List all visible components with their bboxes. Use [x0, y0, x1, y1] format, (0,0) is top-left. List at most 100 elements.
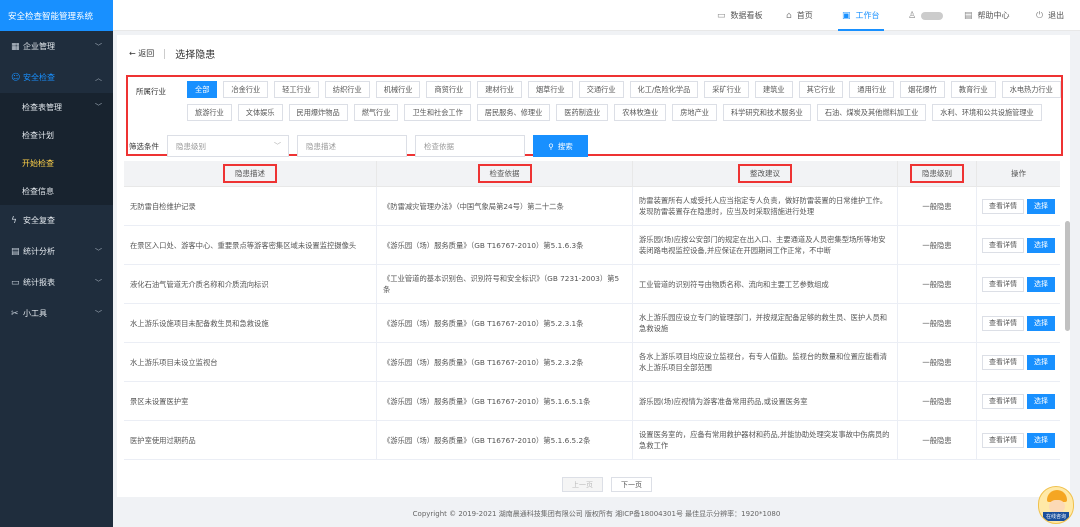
industry-tag[interactable]: 建材行业: [477, 81, 522, 98]
building-icon: ▦: [11, 41, 20, 52]
desc-input[interactable]: 隐患描述: [297, 135, 407, 157]
view-detail-button[interactable]: 查看详情: [982, 354, 1024, 370]
cell-level: 一般隐患: [898, 421, 977, 459]
menu-stat-analysis[interactable]: ▤ 统计分析 ﹀: [0, 236, 113, 267]
choose-button[interactable]: 选择: [1027, 315, 1055, 331]
cell-level: 一般隐患: [898, 187, 977, 225]
industry-tag[interactable]: 水利、环境和公共设施管理业: [932, 104, 1042, 121]
col-header-label: 操作: [1011, 169, 1026, 178]
industry-tag-row: 全部 冶金行业 轻工行业 纺织行业 机械行业 商贸行业 建材行业 烟草行业 交通行业 化工/危险化…: [187, 81, 1061, 98]
basis-input[interactable]: 检查依据: [415, 135, 525, 157]
table-row: 医护室使用过期药品 《游乐园（场）服务质量》（GB T16767-2010）第5.…: [124, 421, 1060, 460]
header-help[interactable]: ▤ 帮助中心: [964, 0, 1010, 31]
view-detail-button[interactable]: 查看详情: [982, 393, 1024, 409]
menu-safety-review[interactable]: ϟ 安全复查: [0, 205, 113, 236]
menu-tools[interactable]: ✂ 小工具 ﹀: [0, 298, 113, 329]
cell-actions: 查看详情 选择: [977, 421, 1060, 459]
industry-tag[interactable]: 纺织行业: [324, 81, 370, 98]
industry-tag[interactable]: 建筑业: [755, 81, 793, 98]
industry-tag[interactable]: 医药制造业: [556, 104, 609, 121]
industry-tag[interactable]: 轻工行业: [274, 81, 319, 98]
industry-tag[interactable]: 其它行业: [798, 81, 844, 98]
col-header-advice: 整改建议: [633, 161, 898, 186]
industry-tag[interactable]: 商贸行业: [426, 81, 472, 98]
search-button-label: 搜索: [557, 141, 573, 151]
industry-tag[interactable]: 通用行业: [849, 81, 895, 98]
chevron-down-icon: ﹀: [95, 103, 102, 111]
industry-tag[interactable]: 教育行业: [950, 81, 996, 98]
cell-desc: 在景区入口处、游客中心、重要景点等游客密集区域未设置监控摄像头: [124, 226, 377, 264]
choose-button[interactable]: 选择: [1027, 198, 1055, 214]
submenu-check-info[interactable]: 检查信息: [0, 177, 113, 205]
industry-tag[interactable]: 冶金行业: [223, 81, 269, 98]
industry-tag[interactable]: 科学研究和技术服务业: [722, 104, 811, 121]
industry-tag[interactable]: 化工/危险化学品: [629, 81, 699, 98]
industry-tag[interactable]: 交通行业: [578, 81, 624, 98]
menu-label: 小工具: [23, 309, 47, 318]
menu-stat-report[interactable]: ▭ 统计报表 ﹀: [0, 267, 113, 298]
view-detail-button[interactable]: 查看详情: [982, 276, 1024, 292]
menu-label: 统计报表: [23, 278, 55, 287]
submenu-label: 检查信息: [22, 186, 54, 196]
header-logout[interactable]: ⏻ 退出: [1036, 0, 1064, 31]
header-workbench[interactable]: ▣ 工作台: [838, 0, 883, 31]
cell-basis: 《工业管道的基本识别色、识别符号和安全标识》（GB 7231-2003）第5条: [377, 265, 633, 303]
submenu-checklist-mgmt[interactable]: 检查表管理 ﹀: [0, 93, 113, 121]
industry-tag-row: 旅游行业 文体娱乐 民用爆炸物品 燃气行业 卫生和社会工作 居民服务、修理业 医药制造业 农林…: [187, 104, 1055, 121]
industry-tag[interactable]: 烟花爆竹: [900, 81, 945, 98]
industry-tag[interactable]: 卫生和社会工作: [404, 104, 471, 121]
cell-basis: 《防雷减灾管理办法》（中国气象局第24号）第二十二条: [377, 187, 633, 225]
industry-tags: 全部 冶金行业 轻工行业 纺织行业 机械行业 商贸行业 建材行业 烟草行业 交通行业 化工/危险化…: [187, 81, 1061, 127]
consult-badge: 在线咨询: [1042, 512, 1069, 521]
view-detail-button[interactable]: 查看详情: [982, 237, 1024, 253]
cell-advice: 游乐园(场)应视情为游客准备常用药品,或设置医务室: [633, 382, 898, 420]
chevron-down-icon: ﹀: [95, 42, 102, 51]
choose-button[interactable]: 选择: [1027, 354, 1055, 370]
filter-label: 筛选条件: [129, 141, 159, 151]
cell-basis: 《游乐园（场）服务质量》（GB T16767-2010）第5.1.6.3条: [377, 226, 633, 264]
industry-tag[interactable]: 文体娱乐: [237, 104, 283, 121]
choose-button[interactable]: 选择: [1027, 237, 1055, 253]
table-scrollbar[interactable]: [1065, 221, 1070, 331]
industry-tag[interactable]: 采矿行业: [704, 81, 750, 98]
view-detail-button[interactable]: 查看详情: [982, 315, 1024, 331]
back-link[interactable]: ← 返回: [129, 48, 154, 59]
industry-tag[interactable]: 燃气行业: [353, 104, 399, 121]
industry-tag[interactable]: 民用爆炸物品: [288, 104, 348, 121]
choose-button[interactable]: 选择: [1027, 393, 1055, 409]
industry-tag[interactable]: 全部: [187, 81, 218, 98]
industry-tag[interactable]: 旅游行业: [187, 104, 232, 121]
choose-button[interactable]: 选择: [1027, 276, 1055, 292]
table-row: 液化石油气管道无介质名称和介质流向标识 《工业管道的基本识别色、识别符号和安全标识…: [124, 265, 1060, 304]
search-button[interactable]: ⚲ 搜索: [533, 135, 588, 157]
hazard-table: 隐患描述 检查依据 整改建议 隐患级别 操作 无防雷自检维护记录 《防雷减灾管理办…: [124, 161, 1060, 460]
col-header-label: 检查依据: [477, 164, 532, 183]
header-data-board[interactable]: ▭ 数据看板: [717, 0, 763, 31]
tools-icon: ✂: [11, 308, 19, 319]
divider: [164, 48, 166, 59]
menu-safety-check[interactable]: ☺ 安全检查 ︿: [0, 62, 113, 93]
online-consult-widget[interactable]: 在线咨询: [1038, 486, 1074, 524]
header-home[interactable]: ⌂ 首页: [786, 0, 813, 31]
level-select[interactable]: 隐患级别 ﹀: [167, 135, 289, 157]
submenu-check-plan[interactable]: 检查计划: [0, 121, 113, 149]
industry-tag[interactable]: 居民服务、修理业: [476, 104, 551, 121]
next-page-button[interactable]: 下一页: [611, 477, 652, 492]
view-detail-button[interactable]: 查看详情: [982, 198, 1024, 214]
header-user[interactable]: ♙: [908, 0, 944, 31]
industry-tag[interactable]: 房地产业: [672, 104, 717, 121]
menu-enterprise[interactable]: ▦ 企业管理 ﹀: [0, 31, 113, 62]
col-header-level: 隐患级别: [898, 161, 977, 186]
choose-button[interactable]: 选择: [1027, 432, 1055, 448]
industry-tag[interactable]: 机械行业: [375, 81, 421, 98]
industry-tag[interactable]: 石油、煤炭及其他燃料加工业: [816, 104, 927, 121]
prev-page-button[interactable]: 上一页: [562, 477, 603, 492]
menu-label: 企业管理: [23, 42, 55, 51]
home-icon: ⌂: [786, 10, 792, 21]
industry-tag[interactable]: 水电热力行业: [1001, 81, 1061, 98]
industry-tag[interactable]: 农林牧渔业: [614, 104, 667, 121]
view-detail-button[interactable]: 查看详情: [982, 432, 1024, 448]
level-select-placeholder: 隐患级别: [176, 141, 206, 151]
industry-tag[interactable]: 烟草行业: [527, 81, 573, 98]
submenu-start-check[interactable]: 开始检查: [0, 149, 113, 177]
